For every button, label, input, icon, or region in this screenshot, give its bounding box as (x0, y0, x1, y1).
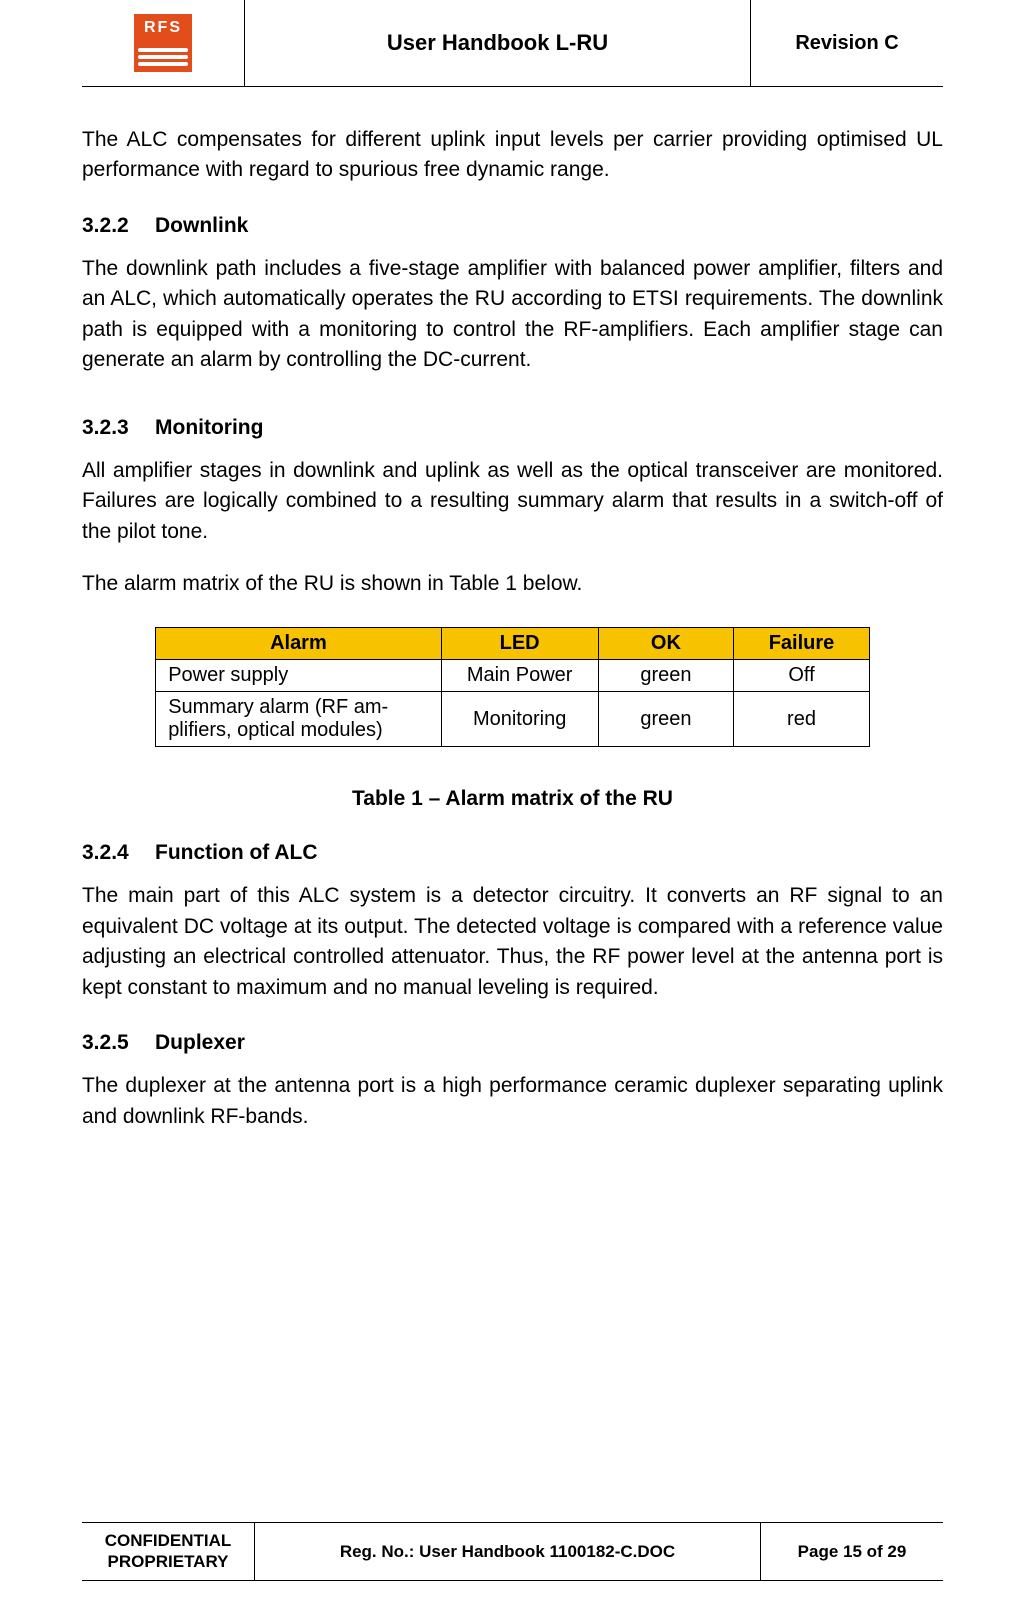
cell-alarm: Power supply (156, 660, 441, 692)
document-footer: CONFIDENTIAL PROPRIETARY Reg. No.: User … (82, 1522, 943, 1581)
page: RFS User Handbook L-RU Revision C The AL… (0, 0, 1013, 1601)
logo-waves-icon (138, 48, 188, 66)
section-title: Monitoring (155, 416, 263, 440)
section-number: 3.2.4 (82, 841, 137, 865)
cell-led: Monitoring (441, 692, 598, 747)
rfs-logo: RFS (134, 14, 192, 72)
section-title: Downlink (155, 214, 248, 238)
document-header: RFS User Handbook L-RU Revision C (82, 0, 943, 87)
table-caption: Table 1 – Alarm matrix of the RU (82, 787, 943, 811)
footer-reg-no: Reg. No.: User Handbook 1100182-C.DOC (255, 1523, 761, 1580)
cell-ok: green (598, 692, 734, 747)
section-heading-duplexer: 3.2.5 Duplexer (82, 1031, 943, 1055)
monitoring-paragraph-1: All amplifier stages in downlink and upl… (82, 456, 943, 547)
intro-paragraph: The ALC compensates for different uplink… (82, 125, 943, 186)
cell-failure: Off (734, 660, 870, 692)
table-header-row: Alarm LED OK Failure (156, 628, 870, 660)
col-failure: Failure (734, 628, 870, 660)
document-title: User Handbook L-RU (245, 0, 751, 86)
duplexer-paragraph: The duplexer at the antenna port is a hi… (82, 1071, 943, 1132)
section-number: 3.2.3 (82, 416, 137, 440)
logo-cell: RFS (82, 0, 245, 86)
section-title: Function of ALC (155, 841, 318, 865)
section-heading-alc: 3.2.4 Function of ALC (82, 841, 943, 865)
col-alarm: Alarm (156, 628, 441, 660)
cell-led: Main Power (441, 660, 598, 692)
section-heading-downlink: 3.2.2 Downlink (82, 214, 943, 238)
section-title: Duplexer (155, 1031, 245, 1055)
downlink-paragraph: The downlink path includes a five-stage … (82, 254, 943, 376)
footer-confidential: CONFIDENTIAL PROPRIETARY (82, 1523, 255, 1580)
cell-alarm: Summary alarm (RF am-plifiers, optical m… (156, 692, 441, 747)
section-heading-monitoring: 3.2.3 Monitoring (82, 416, 943, 440)
document-revision: Revision C (751, 0, 943, 86)
section-number: 3.2.5 (82, 1031, 137, 1055)
col-ok: OK (598, 628, 734, 660)
cell-failure: red (734, 692, 870, 747)
confidential-line1: CONFIDENTIAL (105, 1531, 232, 1551)
alc-paragraph: The main part of this ALC system is a de… (82, 881, 943, 1003)
footer-page-number: Page 15 of 29 (761, 1523, 943, 1580)
table-row: Power supply Main Power green Off (156, 660, 870, 692)
cell-ok: green (598, 660, 734, 692)
logo-text: RFS (138, 20, 188, 36)
table-row: Summary alarm (RF am-plifiers, optical m… (156, 692, 870, 747)
alarm-matrix-table: Alarm LED OK Failure Power supply Main P… (155, 627, 870, 747)
confidential-line2: PROPRIETARY (108, 1552, 229, 1572)
section-number: 3.2.2 (82, 214, 137, 238)
monitoring-paragraph-2: The alarm matrix of the RU is shown in T… (82, 569, 943, 599)
col-led: LED (441, 628, 598, 660)
